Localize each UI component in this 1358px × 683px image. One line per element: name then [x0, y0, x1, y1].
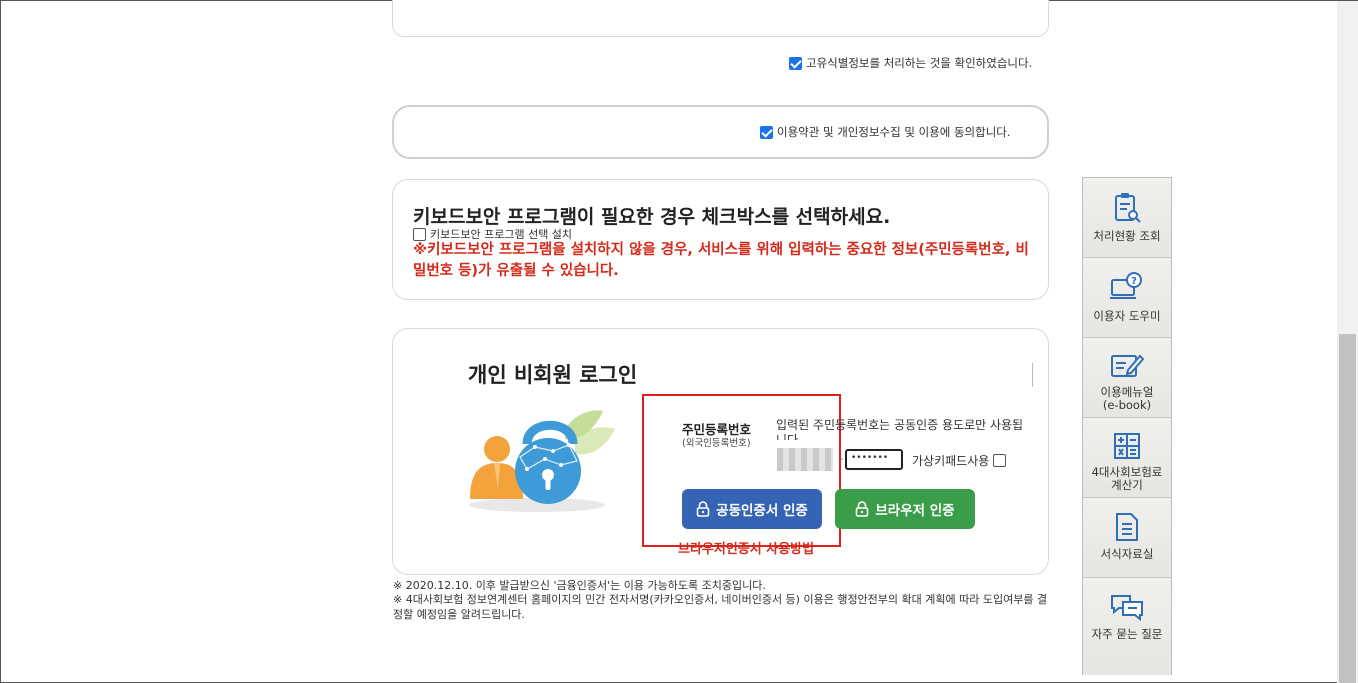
login-title: 개인 비회원 로그인 — [468, 363, 638, 387]
rrn-notice: 입력된 주민등록번호는 공동인증 용도로만 사용됩니다. — [776, 418, 1024, 440]
lock-icon — [856, 501, 869, 517]
notice-financial-cert: ※ 2020.12.10. 이후 발급받으신 '금융인증서'는 이용 가능하도록… — [393, 579, 766, 592]
top-panel — [392, 0, 1049, 37]
rrn-first-input[interactable] — [777, 448, 833, 471]
clipboard-search-icon — [1115, 193, 1141, 223]
quick-menu-faq[interactable]: 자주 묻는 질문 — [1083, 578, 1171, 675]
virtual-keypad-label: 가상키패드사용 — [912, 454, 990, 468]
scrollbar-thumb[interactable] — [1339, 334, 1356, 683]
quick-menu-status-inquiry[interactable]: 처리현황 조회 — [1083, 178, 1171, 258]
notice-private-signature: ※ 4대사회보험 정보연계센터 홈페이지의 민간 전자서명(카카오인증서, 네이… — [393, 593, 1048, 621]
unique-id-confirm[interactable]: 고유식별정보를 처리하는 것을 확인하였습니다. — [789, 55, 1032, 71]
chat-bubbles-icon — [1111, 595, 1143, 622]
document-list-icon — [1116, 513, 1138, 541]
quick-menu-label: 이용메뉴얼 (e-book) — [1100, 385, 1154, 412]
divider — [1032, 363, 1033, 387]
keyboard-security-title: 키보드보안 프로그램이 필요한 경우 체크박스를 선택하세요. — [413, 206, 891, 228]
virtual-keypad-option[interactable]: 가상키패드사용 — [912, 452, 1007, 469]
quick-menu-label: 이용자 도우미 — [1093, 309, 1161, 323]
calculator-icon — [1114, 433, 1140, 459]
rrn-sub-label: (외국인등록번호) — [682, 438, 751, 449]
rrn-second-input[interactable]: ••••••• — [845, 449, 903, 470]
keyboard-security-warning: ※키보드보안 프로그램을 설치하지 않을 경우, 서비스를 위해 입력하는 중요… — [413, 242, 1029, 279]
terms-agree-checkbox[interactable] — [760, 125, 773, 139]
unique-id-checkbox[interactable] — [789, 56, 802, 70]
quick-menu-label: 4대사회보험료 계산기 — [1091, 465, 1163, 492]
svg-text:?: ? — [1131, 276, 1137, 287]
joint-certificate-button[interactable]: 공동인증서 인증 — [682, 489, 822, 529]
browser-certificate-button[interactable]: 브라우저 인증 — [835, 489, 975, 529]
keyboard-security-panel: 키보드보안 프로그램이 필요한 경우 체크박스를 선택하세요. 키보드보안 프로… — [392, 179, 1049, 300]
quick-menu: 처리현황 조회 ? 이용자 도우미 이용메뉴얼 (e-book) 4대사회보험료… — [1082, 177, 1172, 675]
browser-howto-link[interactable]: 브라우저인증서 사용방법 — [678, 538, 814, 557]
edit-doc-icon — [1111, 354, 1144, 377]
lock-icon — [696, 501, 710, 517]
security-lock-illustration — [469, 410, 615, 512]
monitor-question-icon: ? — [1110, 272, 1142, 299]
unique-id-confirm-label: 고유식별정보를 처리하는 것을 확인하였습니다. — [806, 56, 1033, 70]
quick-menu-calculator[interactable]: 4대사회보험료 계산기 — [1083, 418, 1171, 498]
quick-menu-manual[interactable]: 이용메뉴얼 (e-book) — [1083, 338, 1171, 418]
virtual-keypad-checkbox[interactable] — [993, 454, 1007, 467]
quick-menu-forms[interactable]: 서식자료실 — [1083, 498, 1171, 578]
quick-menu-label: 처리현황 조회 — [1093, 229, 1161, 243]
rrn-dash: - — [839, 452, 843, 465]
quick-menu-label: 자주 묻는 질문 — [1091, 627, 1163, 641]
terms-agree-label: 이용약관 및 개인정보수집 및 이용에 동의합니다. — [777, 125, 1011, 139]
quick-menu-user-help[interactable]: ? 이용자 도우미 — [1083, 258, 1171, 338]
keyboard-security-checkbox[interactable] — [413, 227, 426, 241]
joint-certificate-button-label: 공동인증서 인증 — [716, 503, 808, 519]
browser-certificate-button-label: 브라우저 인증 — [875, 503, 955, 519]
terms-agree[interactable]: 이용약관 및 개인정보수집 및 이용에 동의합니다. — [760, 124, 1011, 140]
quick-menu-label: 서식자료실 — [1100, 547, 1154, 561]
